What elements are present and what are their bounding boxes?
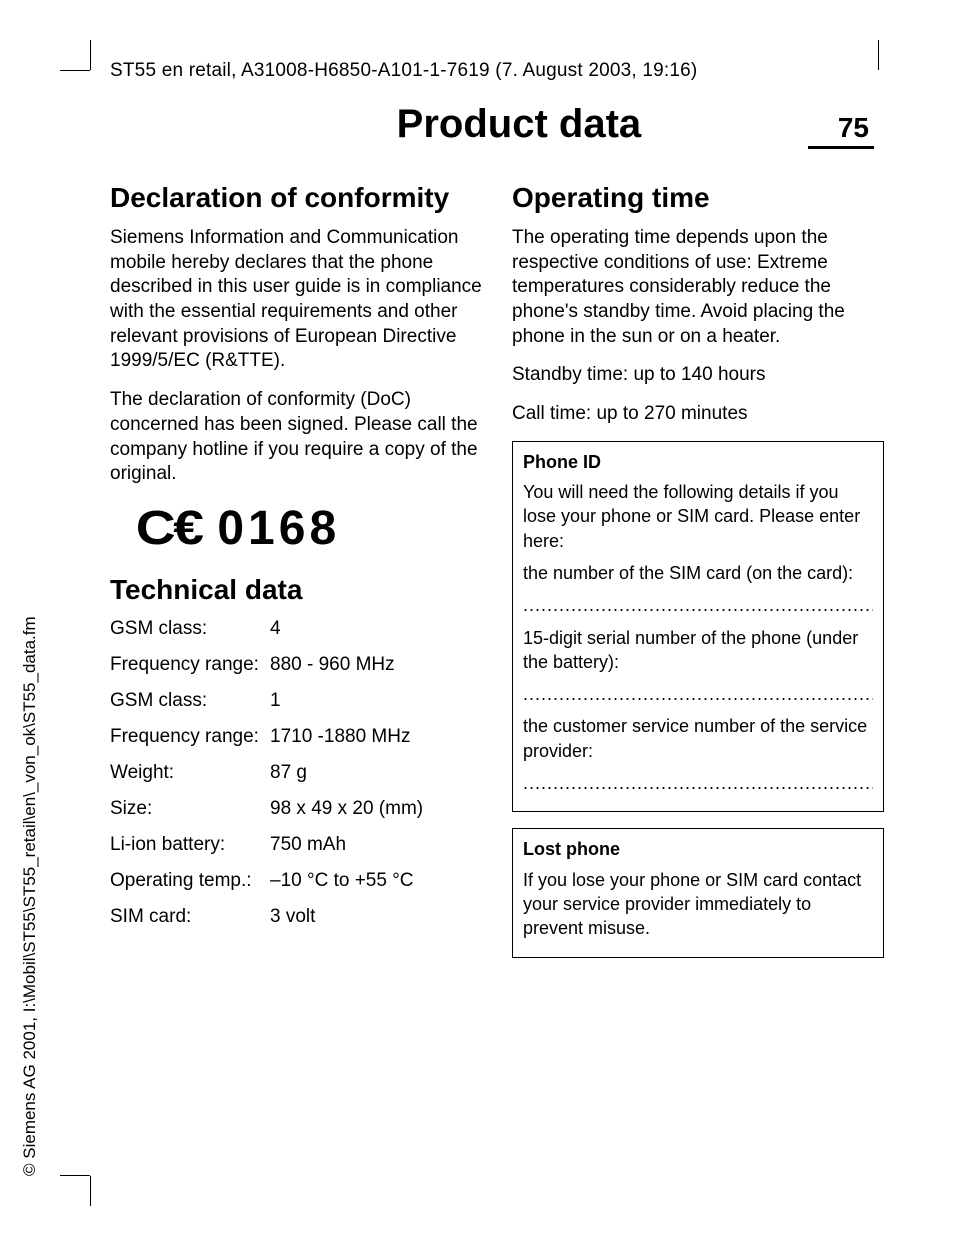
content-columns: Declaration of conformity Siemens Inform… (110, 174, 884, 974)
page-title: Product data (110, 102, 808, 147)
tech-value: 1710 -1880 MHz (270, 726, 482, 748)
call-time-line: Call time: up to 270 minutes (512, 402, 884, 427)
left-column: Declaration of conformity Siemens Inform… (110, 174, 482, 974)
operating-time-heading: Operating time (512, 182, 884, 214)
declaration-para-1: Siemens Information and Communication mo… (110, 226, 482, 374)
crop-mark (60, 1175, 90, 1176)
standby-time-line: Standby time: up to 140 hours (512, 363, 884, 388)
technical-data-table: GSM class: 4 Frequency range: 880 - 960 … (110, 618, 482, 928)
tech-label: GSM class: (110, 690, 270, 712)
crop-mark (60, 70, 90, 71)
tech-value: 3 volt (270, 906, 482, 928)
tech-label: GSM class: (110, 618, 270, 640)
tech-label: Weight: (110, 762, 270, 784)
tech-value: 880 - 960 MHz (270, 654, 482, 676)
ce-number: 0168 (217, 501, 340, 556)
tech-value: 87 g (270, 762, 482, 784)
tech-label: Frequency range: (110, 726, 270, 748)
tech-label: Li-ion battery: (110, 834, 270, 856)
lost-phone-title: Lost phone (523, 837, 873, 861)
table-row: GSM class: 1 (110, 690, 482, 712)
service-number-label: the customer service number of the servi… (523, 714, 873, 763)
table-row: SIM card: 3 volt (110, 906, 482, 928)
declaration-para-2: The declaration of conformity (DoC) conc… (110, 388, 482, 487)
tech-value: 1 (270, 690, 482, 712)
tech-label: Frequency range: (110, 654, 270, 676)
table-row: Frequency range: 1710 -1880 MHz (110, 726, 482, 748)
crop-mark (90, 1176, 91, 1206)
tech-value: 750 mAh (270, 834, 482, 856)
tech-label: SIM card: (110, 906, 270, 928)
tech-value: 98 x 49 x 20 (mm) (270, 798, 482, 820)
table-row: Size: 98 x 49 x 20 (mm) (110, 798, 482, 820)
fill-line: ........................................… (523, 682, 873, 706)
declaration-heading: Declaration of conformity (110, 182, 482, 214)
crop-mark (90, 40, 91, 70)
table-row: Frequency range: 880 - 960 MHz (110, 654, 482, 676)
lost-phone-para: If you lose your phone or SIM card conta… (523, 868, 873, 941)
ce-marking: C€ 0168 (140, 501, 482, 556)
sim-number-label: the number of the SIM card (on the card)… (523, 561, 873, 585)
document-header: ST55 en retail, A31008-H6850-A101-1-7619… (110, 60, 884, 82)
tech-value: –10 °C to +55 °C (270, 870, 482, 892)
phone-id-intro: You will need the following details if y… (523, 480, 873, 553)
tech-value: 4 (270, 618, 482, 640)
phone-id-box: Phone ID You will need the following det… (512, 441, 884, 813)
table-row: Li-ion battery: 750 mAh (110, 834, 482, 856)
right-column: Operating time The operating time depend… (512, 174, 884, 974)
side-copyright-text: © Siemens AG 2001, I:\Mobil\ST55\ST55_re… (20, 616, 40, 1176)
tech-label: Size: (110, 798, 270, 820)
tech-label: Operating temp.: (110, 870, 270, 892)
fill-line: ........................................… (523, 593, 873, 617)
lost-phone-box: Lost phone If you lose your phone or SIM… (512, 828, 884, 957)
table-row: GSM class: 4 (110, 618, 482, 640)
table-row: Operating temp.: –10 °C to +55 °C (110, 870, 482, 892)
title-row: Product data 75 (110, 102, 884, 149)
serial-number-label: 15-digit serial number of the phone (und… (523, 626, 873, 675)
technical-data-heading: Technical data (110, 574, 482, 606)
fill-line: ........................................… (523, 771, 873, 795)
ce-icon: C€ (136, 501, 202, 556)
page-number: 75 (808, 112, 874, 149)
table-row: Weight: 87 g (110, 762, 482, 784)
phone-id-title: Phone ID (523, 450, 873, 474)
operating-time-para: The operating time depends upon the resp… (512, 226, 884, 349)
crop-mark (878, 40, 879, 70)
